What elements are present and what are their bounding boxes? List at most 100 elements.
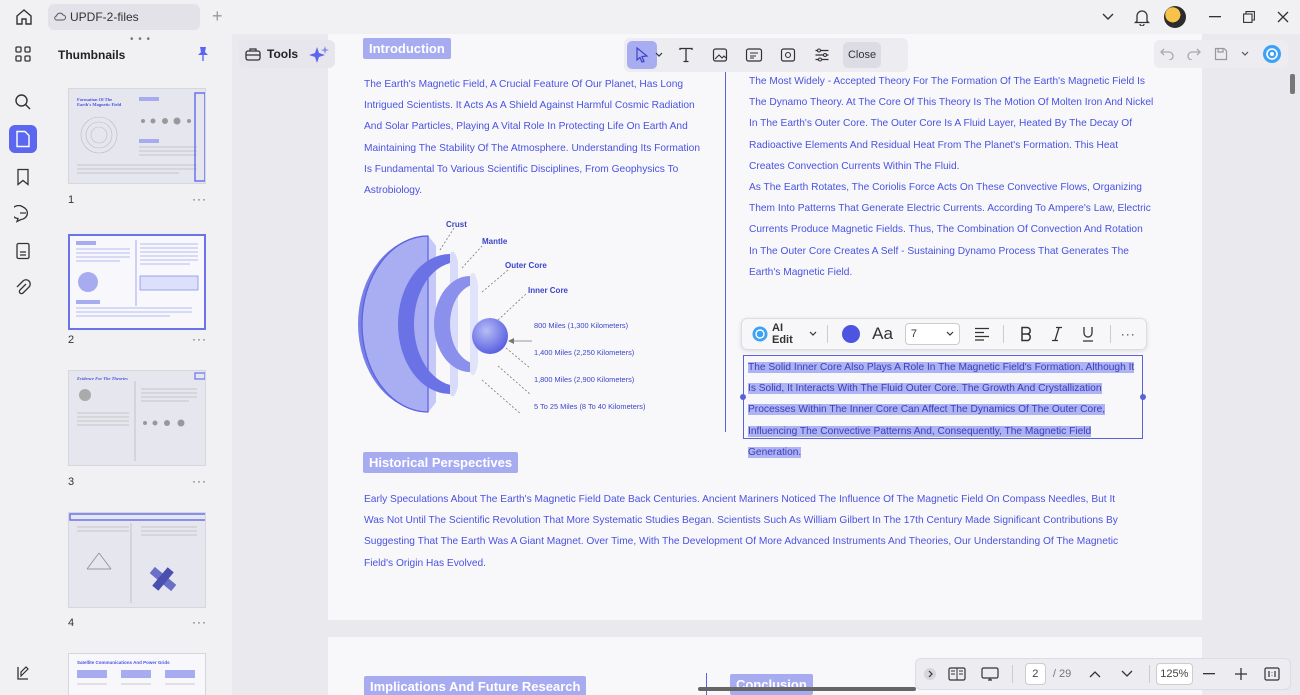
dynamo-paragraph-1[interactable]: The Most Widely - Accepted Theory For Th…	[749, 71, 1154, 177]
more-options-icon[interactable]: ···	[1117, 321, 1140, 347]
underline-icon[interactable]	[1072, 321, 1103, 347]
add-image-tool-button[interactable]	[705, 41, 735, 69]
panel-grip[interactable]: • • •	[130, 34, 151, 45]
select-tool-button[interactable]	[627, 41, 657, 69]
page-number-input[interactable]: 2	[1024, 663, 1046, 685]
expand-icon[interactable]	[920, 662, 941, 686]
zoom-in-icon[interactable]	[1225, 662, 1257, 686]
section-heading-introduction[interactable]: Introduction	[363, 38, 451, 59]
thumbnails-title: Thumbnails	[58, 48, 126, 62]
earth-layers-diagram: Crust Mantle Outer Core Inner Core 800 M…	[358, 220, 645, 414]
title-bar: UPDF-2-files +	[0, 0, 1300, 34]
thumbnail-more-button[interactable]: ···	[192, 192, 207, 206]
layers-icon[interactable]	[9, 659, 37, 687]
italic-icon[interactable]	[1041, 321, 1072, 347]
presentation-icon[interactable]	[973, 662, 1005, 686]
horizontal-scrollbar[interactable]	[698, 687, 916, 691]
thumbnails-icon[interactable]	[9, 125, 37, 153]
page-settings-tool-button[interactable]	[807, 41, 837, 69]
comment-icon[interactable]	[9, 200, 37, 228]
bell-icon[interactable]	[1127, 2, 1157, 32]
save-icon[interactable]	[1214, 47, 1228, 61]
historical-paragraph[interactable]: Early Speculations About The Earth's Mag…	[364, 489, 1124, 574]
actual-size-icon[interactable]	[1257, 662, 1286, 686]
upd-ai-icon[interactable]	[1262, 44, 1282, 64]
font-size-select[interactable]: 7	[904, 323, 960, 345]
document-viewport[interactable]: Introduction The Earth's Magnetic Field,…	[232, 34, 1300, 695]
file-tab-label: UPDF-2-files	[70, 10, 139, 24]
watermark-tool-button[interactable]	[773, 41, 803, 69]
thumbnail-page-1[interactable]: Formation Of The Earth's Magnetic Field	[68, 88, 206, 184]
font-size-value: 7	[910, 328, 918, 340]
attachment-icon[interactable]	[9, 274, 37, 302]
ai-edit-button[interactable]: AI Edit	[748, 321, 821, 347]
vertical-scrollbar[interactable]	[1290, 74, 1295, 94]
thumbnail-page-4[interactable]	[68, 512, 206, 608]
home-icon[interactable]	[9, 2, 39, 32]
bold-icon[interactable]	[1010, 321, 1041, 347]
ai-edit-label: AI Edit	[772, 322, 793, 346]
section-heading-conclusion[interactable]: Conclusion	[730, 674, 813, 695]
apps-grid-icon[interactable]	[9, 40, 37, 68]
form-icon[interactable]	[9, 237, 37, 265]
history-toolbar	[1154, 40, 1288, 68]
close-edit-button[interactable]: Close	[843, 42, 881, 68]
thumbnail-more-button[interactable]: ···	[192, 332, 207, 346]
restore-icon[interactable]	[1234, 2, 1264, 32]
chevron-down-icon[interactable]	[1093, 2, 1123, 32]
section-heading-implications[interactable]: Implications And Future Research	[364, 676, 587, 695]
minimize-icon[interactable]	[1200, 2, 1230, 32]
label-distance-2: 1,400 Miles (2,250 Kilometers)	[534, 348, 634, 357]
add-link-tool-button[interactable]	[739, 41, 769, 69]
zoom-level-input[interactable]: 125%	[1156, 663, 1193, 685]
pin-icon[interactable]	[196, 46, 210, 62]
resize-handle-left[interactable]	[740, 394, 746, 400]
separator	[1149, 665, 1151, 683]
thumbnail-page-2[interactable]	[68, 234, 206, 330]
undo-icon[interactable]	[1160, 48, 1175, 60]
label-inner-core: Inner Core	[528, 286, 569, 295]
thumbnail-number: 1	[68, 194, 75, 206]
introduction-paragraph[interactable]: The Earth's Magnetic Field, A Crucial Fe…	[364, 74, 704, 201]
label-crust: Crust	[446, 220, 467, 229]
thumbnail-more-button[interactable]: ···	[192, 474, 207, 488]
previous-page-icon[interactable]	[1078, 662, 1110, 686]
add-tab-button[interactable]: +	[212, 6, 223, 27]
dynamo-theory-text[interactable]: The Most Widely - Accepted Theory For Th…	[749, 71, 1154, 283]
ai-sparkle-icon[interactable]	[309, 45, 329, 65]
section-heading-historical[interactable]: Historical Perspectives	[363, 452, 519, 473]
font-button[interactable]: Aa	[868, 321, 897, 347]
next-page-icon[interactable]	[1111, 662, 1143, 686]
chevron-down-icon[interactable]	[1241, 51, 1249, 57]
zoom-out-icon[interactable]	[1193, 662, 1225, 686]
label-mantle: Mantle	[482, 237, 508, 246]
label-outer-core: Outer Core	[505, 261, 547, 270]
dynamo-paragraph-2[interactable]: As The Earth Rotates, The Coriolis Force…	[749, 177, 1154, 283]
chevron-down-icon[interactable]	[655, 52, 665, 58]
avatar[interactable]	[1164, 6, 1186, 28]
label-distance-1: 800 Miles (1,300 Kilometers)	[534, 321, 628, 330]
page-navigation-bar: 2 / 29 125%	[915, 658, 1291, 690]
column-divider	[725, 70, 726, 432]
selected-text[interactable]: The Solid Inner Core Also Plays A Role I…	[748, 362, 1135, 458]
thumbnail-page-3[interactable]: Evidence For The Theories	[68, 370, 206, 466]
thumbnail-more-button[interactable]: ···	[192, 615, 207, 629]
column-divider	[706, 673, 707, 695]
add-text-tool-button[interactable]	[671, 41, 701, 69]
close-window-icon[interactable]	[1268, 2, 1298, 32]
cloud-icon	[54, 12, 66, 22]
page-layout-icon[interactable]	[941, 662, 973, 686]
bookmark-icon[interactable]	[9, 163, 37, 191]
search-icon[interactable]	[9, 88, 37, 116]
text-color-button[interactable]	[834, 321, 868, 347]
redo-icon[interactable]	[1187, 48, 1202, 60]
chevron-down-icon	[946, 331, 954, 337]
chevron-down-icon	[809, 331, 817, 337]
selected-text-box[interactable]: The Solid Inner Core Also Plays A Role I…	[740, 355, 1146, 458]
file-tab[interactable]: UPDF-2-files	[48, 4, 200, 30]
resize-handle-right[interactable]	[1140, 394, 1146, 400]
thumbnail-page-5[interactable]: Satellite Communications And Power Grids	[68, 653, 206, 695]
thumbnail-number: 3	[68, 476, 75, 488]
align-left-icon[interactable]	[968, 321, 997, 347]
separator	[1003, 325, 1005, 343]
